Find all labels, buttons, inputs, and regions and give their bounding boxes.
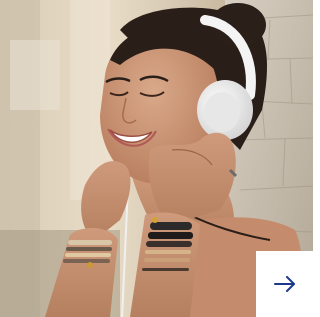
next-button[interactable] — [256, 251, 313, 317]
arrow-right-icon — [273, 272, 297, 296]
promo-card — [0, 0, 313, 317]
